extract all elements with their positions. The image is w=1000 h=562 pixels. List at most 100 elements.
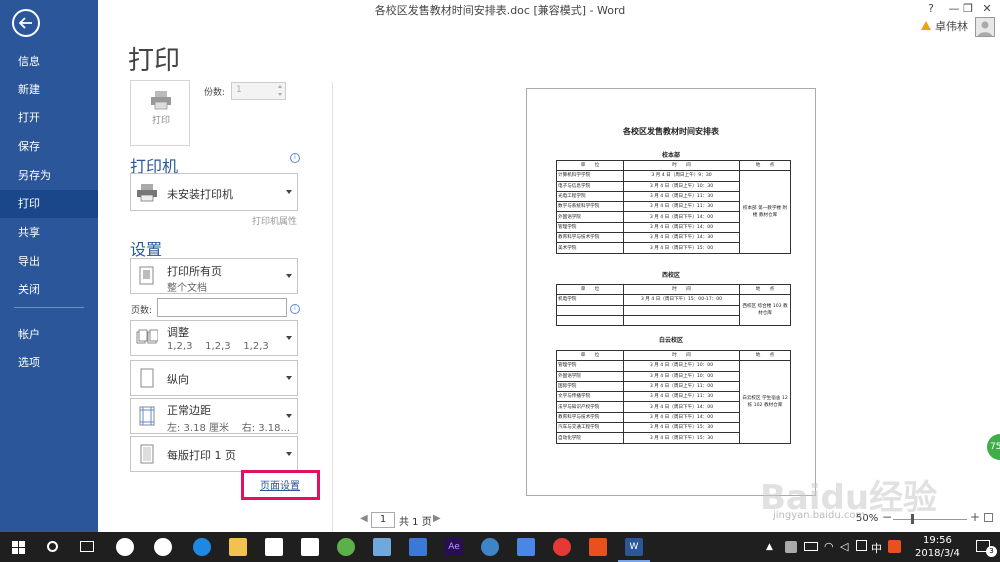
window-title: 各校区发售教材时间安排表.doc [兼容模式] - Word <box>374 4 626 17</box>
stepper-up-icon[interactable] <box>278 85 282 88</box>
section-title: 白云校区 <box>658 337 683 344</box>
pinwheel-app-icon[interactable] <box>116 538 134 556</box>
sogou-icon[interactable] <box>589 538 607 556</box>
clock-date[interactable]: 2018/3/4 <box>915 548 960 559</box>
file-explorer-icon[interactable] <box>229 538 247 556</box>
floating-badge[interactable]: 75 <box>987 434 1000 460</box>
clock-time[interactable]: 19:56 <box>923 535 952 546</box>
task-view-icon[interactable] <box>80 541 94 552</box>
nav-item-open[interactable]: 打开 <box>0 104 98 132</box>
table-header-cell: 单 位 <box>556 283 624 296</box>
time-cell: 3 月 4 日（周日上午）11：00 <box>623 380 740 393</box>
schedule-table: 单 位时 间地 点管理学院 3 月 4 日（周日上午）10：00 白云校区 学生宿舍… <box>556 349 791 444</box>
table-header-cell: 时 间 <box>623 159 740 172</box>
bird-app-icon[interactable] <box>517 538 535 556</box>
nav-item-account[interactable]: 帐户 <box>0 321 98 349</box>
pages-per-sheet-dropdown[interactable]: 每版打印 1 页 <box>130 436 298 472</box>
nav-item-close[interactable]: 关闭 <box>0 276 98 304</box>
person-icon <box>978 21 992 36</box>
nav-item-info[interactable]: 信息 <box>0 48 98 76</box>
nav-item-export[interactable]: 导出 <box>0 248 98 276</box>
zoom-in-button[interactable]: + <box>970 510 980 524</box>
margins-sub: 左: 3.18 厘米 右: 3.18... <box>167 423 291 434</box>
table-header-cell: 时 间 <box>623 283 740 296</box>
nav-divider <box>14 307 84 308</box>
table-header-cell: 地 点 <box>739 349 791 362</box>
unit-cell: 数学与系统科学学院 <box>556 201 624 213</box>
tray-arrow-icon[interactable]: ▲ <box>766 542 773 552</box>
cortana-icon[interactable] <box>47 541 58 552</box>
edge-icon[interactable] <box>193 538 211 556</box>
collate-sub: 1,2,3 1,2,3 1,2,3 <box>167 341 269 352</box>
orientation-dropdown[interactable]: 纵向 <box>130 360 298 396</box>
nav-item-options[interactable]: 选项 <box>0 349 98 377</box>
taskbar: Ae W ▲ ◠ ◁ 中 19:56 2018/3/4 3 <box>0 532 1000 562</box>
printer-icon <box>137 184 157 202</box>
copies-stepper[interactable]: 1 <box>231 82 286 100</box>
nav-item-print[interactable]: 打印 <box>0 190 98 218</box>
photo-app-icon[interactable] <box>409 538 427 556</box>
schedule-table: 单 位时 间地 点机电学院 3 月 4 日（周日下午）15：00-17：00 西校区… <box>556 283 791 327</box>
volume-icon[interactable]: ◁ <box>840 540 848 553</box>
info-icon[interactable]: i <box>290 153 300 163</box>
page-number-input[interactable]: 1 <box>371 512 395 528</box>
schedule-table: 单 位时 间地 点计算机科学学院 3 月 4 日（周日上午）9：30 校本部 第一教… <box>556 159 791 254</box>
panel-divider <box>332 82 333 532</box>
back-arrow-icon[interactable] <box>12 9 40 37</box>
print-button[interactable]: 打印 <box>130 80 190 146</box>
tray-app-icon[interactable] <box>785 541 797 553</box>
settings-heading: 设置 <box>130 240 163 259</box>
netease-music-icon[interactable] <box>553 538 571 556</box>
info-icon[interactable]: i <box>290 304 300 314</box>
nav-item-save[interactable]: 保存 <box>0 133 98 161</box>
table-header-cell: 单 位 <box>556 159 624 172</box>
keyboard-icon[interactable] <box>856 540 867 551</box>
help-button[interactable]: ? <box>920 0 942 18</box>
printer-name: 未安装打印机 <box>167 188 233 201</box>
page-setup-link[interactable]: 页面设置 <box>260 477 300 492</box>
nav-item-save-as[interactable]: 另存为 <box>0 162 98 190</box>
printer-icon <box>151 91 171 110</box>
windows-start-icon[interactable] <box>12 541 25 554</box>
collate-label: 调整 <box>167 326 189 339</box>
time-cell: 3 月 4 日（周日上午）10：30 <box>623 180 740 192</box>
battery-icon[interactable] <box>804 542 818 551</box>
avatar[interactable] <box>975 17 995 37</box>
nav-item-share[interactable]: 共享 <box>0 219 98 247</box>
time-cell: 3 月 4 日（周日上午）9：30 <box>623 170 740 182</box>
browser-app-icon[interactable] <box>481 538 499 556</box>
close-button[interactable]: ✕ <box>976 0 998 18</box>
pages-input[interactable] <box>157 298 287 317</box>
fit-page-icon[interactable] <box>984 513 993 522</box>
ime-indicator[interactable]: 中 <box>871 540 882 556</box>
sogou-ime-icon[interactable] <box>888 540 901 553</box>
orientation-label: 纵向 <box>167 373 189 386</box>
ie-icon[interactable] <box>154 538 172 556</box>
stepper-down-icon[interactable] <box>278 93 282 96</box>
unit-cell: 光电工程学院 <box>556 190 624 203</box>
user-name[interactable]: 卓伟林 <box>935 18 968 34</box>
time-cell: 3 月 4 日（周日下午）14：00 <box>623 211 740 223</box>
time-cell: 3 月 4 日（周日上午）10：00 <box>623 360 740 372</box>
unit-cell: 文学与传播学院 <box>556 391 624 403</box>
laptop-app-icon[interactable] <box>373 538 391 556</box>
pages-icon <box>139 266 154 285</box>
zoom-slider[interactable] <box>893 519 967 520</box>
prev-page-icon[interactable]: ◀ <box>360 513 368 524</box>
word-icon[interactable]: W <box>625 538 643 556</box>
after-effects-icon[interactable]: Ae <box>445 538 463 556</box>
print-range-dropdown[interactable]: 打印所有页 整个文档 <box>130 258 298 294</box>
next-page-icon[interactable]: ▶ <box>433 513 441 524</box>
chevron-down-icon <box>286 452 292 456</box>
wifi-icon[interactable]: ◠ <box>824 540 834 553</box>
printer-properties-link[interactable]: 打印机属性 <box>252 214 297 227</box>
table-row: 机电学院 3 月 4 日（周日下午）15：00-17：00 西校区 综合楼 103 … <box>556 294 791 327</box>
mail-icon[interactable] <box>301 538 319 556</box>
portrait-icon <box>140 368 154 388</box>
nav-item-new[interactable]: 新建 <box>0 76 98 104</box>
store-icon[interactable] <box>265 538 283 556</box>
green-app-icon[interactable] <box>337 538 355 556</box>
collate-dropdown[interactable]: 调整 1,2,3 1,2,3 1,2,3 <box>130 320 298 356</box>
margins-dropdown[interactable]: 正常边距 左: 3.18 厘米 右: 3.18... <box>130 398 298 434</box>
printer-dropdown[interactable]: 未安装打印机 <box>130 173 298 211</box>
